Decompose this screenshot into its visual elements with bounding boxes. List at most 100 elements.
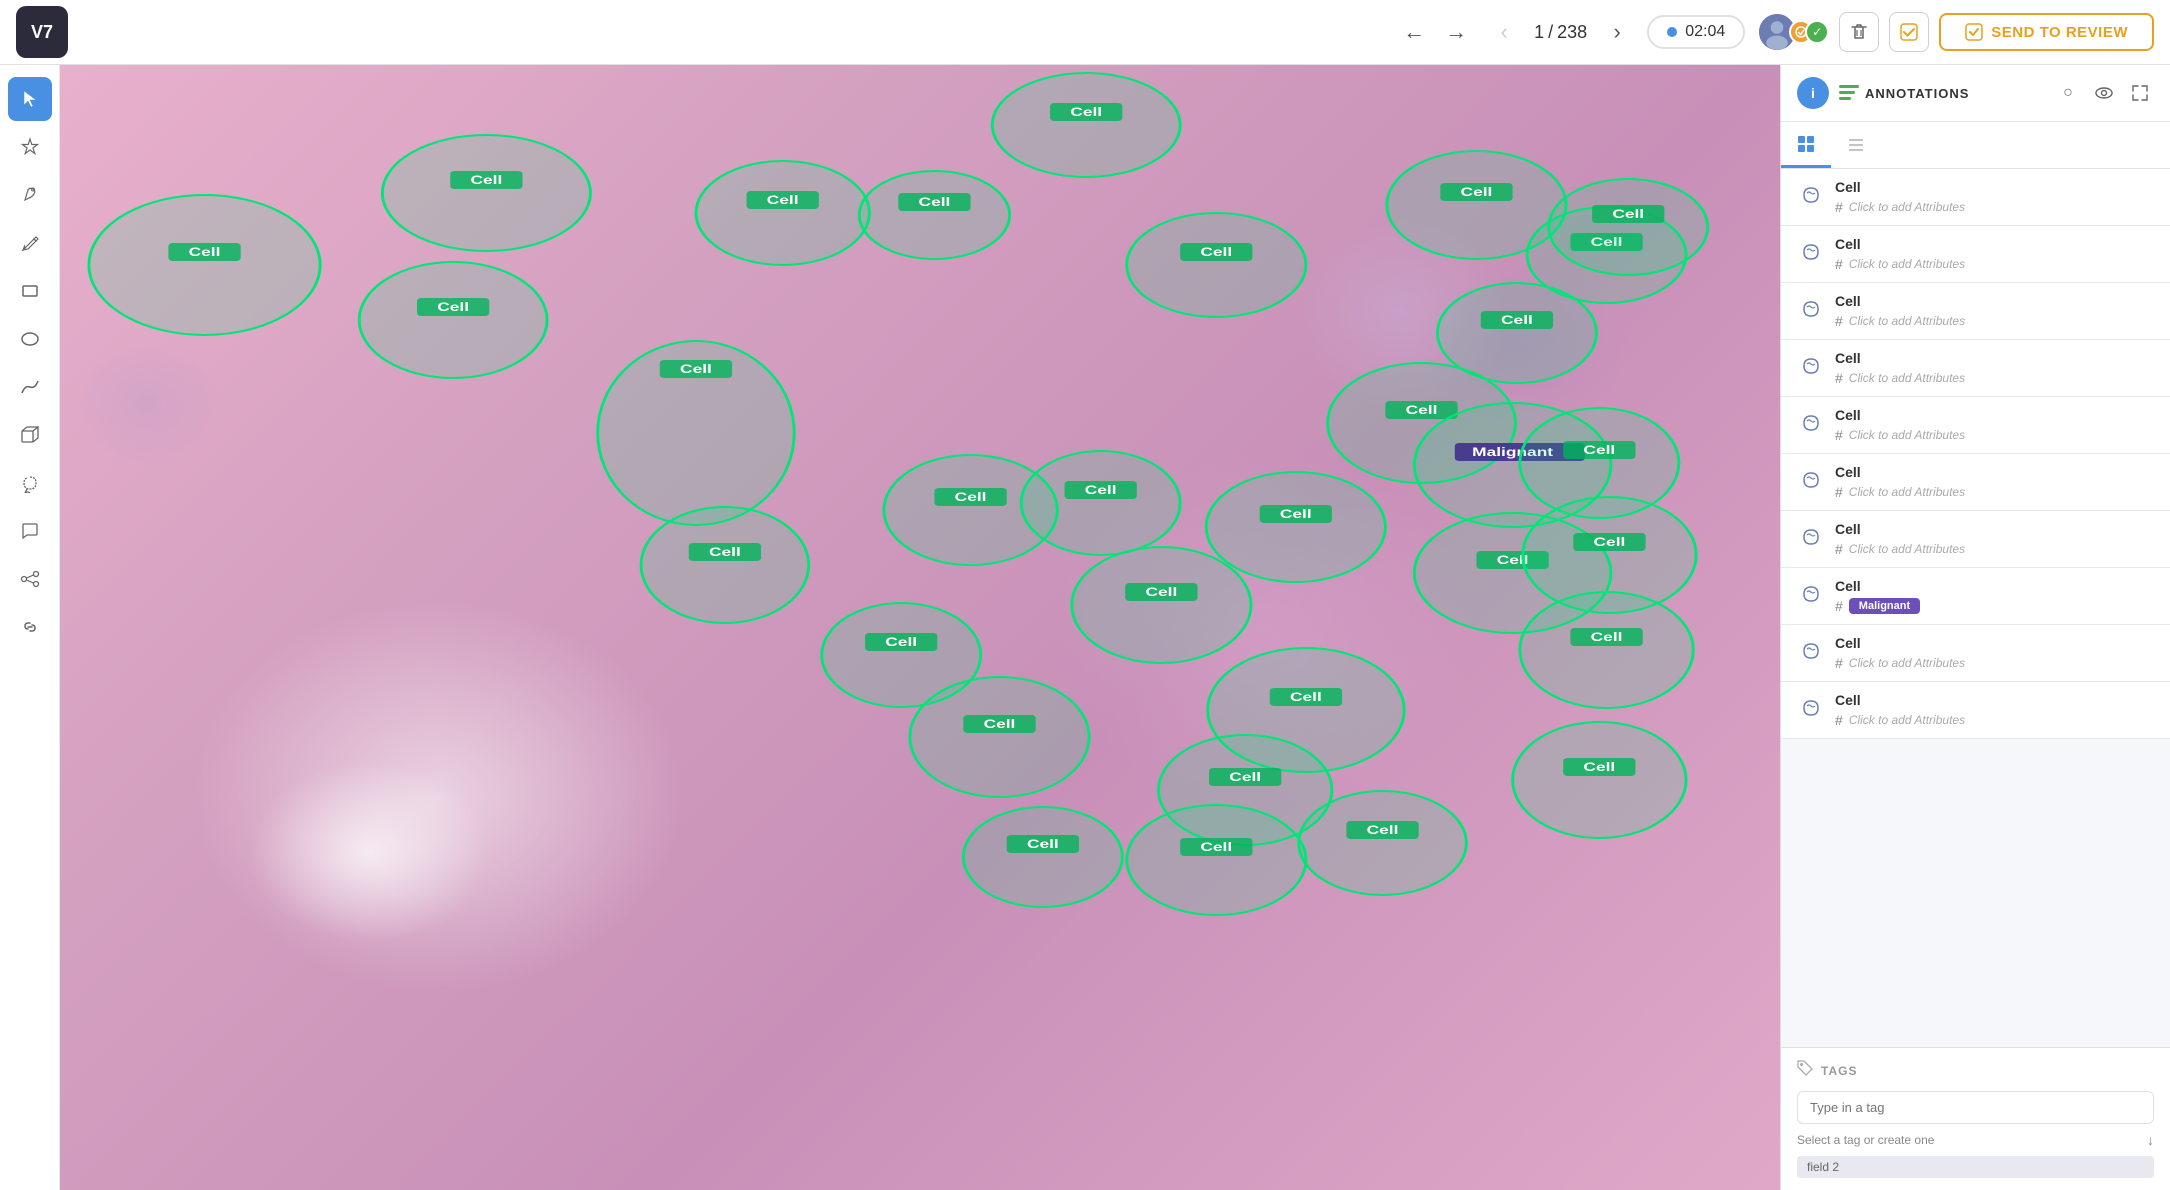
annotation-title-10: Cell xyxy=(1835,692,2154,708)
select-tag-row: Select a tag or create one ↓ xyxy=(1797,1132,2154,1148)
ellipse-tool-button[interactable] xyxy=(8,317,52,361)
annotation-attr-text-1[interactable]: Click to add Attributes xyxy=(1849,200,1965,214)
annotation-row-7[interactable]: Cell #Click to add Attributes xyxy=(1781,511,2170,568)
annotation-title-6: Cell xyxy=(1835,464,2154,480)
next-image-button[interactable]: › xyxy=(1599,14,1635,50)
annotations-circle-button[interactable]: ○ xyxy=(2054,79,2082,107)
select-tool-button[interactable] xyxy=(8,77,52,121)
annotation-type-icon-3 xyxy=(1797,295,1825,323)
annotation-attr-text-3[interactable]: Click to add Attributes xyxy=(1849,314,1965,328)
pen-tool-button[interactable] xyxy=(8,173,52,217)
select-tag-arrow: ↓ xyxy=(2147,1132,2154,1148)
field-badge: field 2 xyxy=(1797,1156,2154,1178)
annotation-content-6: Cell # Click to add Attributes xyxy=(1835,464,2154,500)
annotation-row-8[interactable]: Cell # Malignant xyxy=(1781,568,2170,625)
annotation-title-8: Cell xyxy=(1835,578,2154,594)
annotation-title-9: Cell xyxy=(1835,635,2154,651)
annotation-attr-text-5[interactable]: Click to add Attributes xyxy=(1849,428,1965,442)
annotation-row-2[interactable]: Cell # Click to add Attributes xyxy=(1781,226,2170,283)
prev-image-button[interactable]: ‹ xyxy=(1486,14,1522,50)
hash-icon-2: # xyxy=(1835,256,1843,272)
link-tool-button[interactable] xyxy=(8,605,52,649)
redo-button[interactable]: → xyxy=(1438,14,1474,50)
annotation-row-10[interactable]: Cell # Click to add Attributes xyxy=(1781,682,2170,739)
annotation-title-4: Cell xyxy=(1835,350,2154,366)
annotation-attr-text-2[interactable]: Click to add Attributes xyxy=(1849,257,1965,271)
avatar-group: ✓ xyxy=(1757,12,1829,52)
microscopy-background xyxy=(60,65,1780,1190)
annotations-expand-button[interactable] xyxy=(2126,79,2154,107)
tab-list[interactable] xyxy=(1831,122,1881,168)
undo-redo-controls: ← → xyxy=(1396,14,1474,50)
annotation-title-3: Cell xyxy=(1835,293,2154,309)
annotation-attr-text-9[interactable]: Click to add Attributes xyxy=(1849,656,1965,670)
canvas-area[interactable]: Cell Cell Cell Cell Cell xyxy=(60,65,1780,1190)
annotation-type-icon-10 xyxy=(1797,694,1825,722)
annotation-row-3[interactable]: Cell # Click to add Attributes xyxy=(1781,283,2170,340)
annotation-content-3: Cell # Click to add Attributes xyxy=(1835,293,2154,329)
main-toolbar: V7 ← → ‹ 1 / 238 › 02:04 xyxy=(0,0,2170,65)
annotation-row-5[interactable]: Cell #Click to add Attributes xyxy=(1781,397,2170,454)
connect-tool-button[interactable] xyxy=(8,557,52,601)
comment-tool-button[interactable] xyxy=(8,509,52,553)
tags-icon xyxy=(1797,1060,1813,1081)
tags-title: TAGS xyxy=(1821,1064,1857,1078)
hash-icon-8: # xyxy=(1835,598,1843,614)
annotation-content-9: Cell # Click to add Attributes xyxy=(1835,635,2154,671)
main-content: Cell Cell Cell Cell Cell xyxy=(0,65,2170,1190)
layers-icon xyxy=(1839,85,1859,101)
right-panel: i ANNOTATIONS ○ xyxy=(1780,65,2170,1190)
select-tag-hint: Select a tag or create one xyxy=(1797,1133,1934,1147)
hash-icon-3: # xyxy=(1835,313,1843,329)
panel-header: i ANNOTATIONS ○ xyxy=(1781,65,2170,122)
send-to-review-button[interactable]: SEND TO REVIEW xyxy=(1939,13,2154,51)
hash-icon-9: # xyxy=(1835,655,1843,671)
annotation-title-1: Cell xyxy=(1835,179,2154,195)
annotation-row-6[interactable]: Cell # Click to add Attributes xyxy=(1781,454,2170,511)
hash-icon-10: # xyxy=(1835,712,1843,728)
tag-input[interactable] xyxy=(1797,1091,2154,1124)
annotation-attr-text-7[interactable]: Click to add Attributes xyxy=(1849,542,1965,556)
panel-info-icon[interactable]: i xyxy=(1797,77,1829,109)
annotation-attr-text-4[interactable]: Click to add Attributes xyxy=(1849,371,1965,385)
annotation-type-icon-9 xyxy=(1797,637,1825,665)
annotations-list: Cell # Click to add Attributes Cell # Clic… xyxy=(1781,169,2170,1047)
annotation-content-7: Cell #Click to add Attributes xyxy=(1835,521,2154,557)
hash-icon-5: # xyxy=(1835,427,1843,443)
lasso-tool-button[interactable] xyxy=(8,461,52,505)
annotations-visibility-button[interactable] xyxy=(2090,79,2118,107)
annotation-title-2: Cell xyxy=(1835,236,2154,252)
annotation-attr-text-10[interactable]: Click to add Attributes xyxy=(1849,713,1965,727)
annotation-content-5: Cell #Click to add Attributes xyxy=(1835,407,2154,443)
tab-grid-active[interactable] xyxy=(1781,122,1831,168)
pencil-tool-button[interactable] xyxy=(8,221,52,265)
annotation-content-8: Cell # Malignant xyxy=(1835,578,2154,614)
spline-tool-button[interactable] xyxy=(8,365,52,409)
annotation-type-icon-2 xyxy=(1797,238,1825,266)
annotation-row-4[interactable]: Cell # Click to add Attributes xyxy=(1781,340,2170,397)
hash-icon-6: # xyxy=(1835,484,1843,500)
timer-badge: 02:04 xyxy=(1647,15,1745,49)
annotation-type-icon-6 xyxy=(1797,466,1825,494)
panel-title: ANNOTATIONS xyxy=(1865,86,2044,101)
left-sidebar xyxy=(0,65,60,1190)
trash-button[interactable] xyxy=(1839,12,1879,52)
annotation-row-1[interactable]: Cell #Click to add Attributes xyxy=(1781,169,2170,226)
annotation-tag-8[interactable]: Malignant xyxy=(1849,598,1920,614)
rect-tool-button[interactable] xyxy=(8,269,52,313)
timer-value: 02:04 xyxy=(1685,23,1725,41)
hash-icon-4: # xyxy=(1835,370,1843,386)
annotation-attr-text-6[interactable]: Click to add Attributes xyxy=(1849,485,1965,499)
annotation-content-2: Cell # Click to add Attributes xyxy=(1835,236,2154,272)
toolbar-right-controls: ✓ SEND TO REVIEW xyxy=(1757,12,2154,52)
auto-annotate-tool-button[interactable] xyxy=(8,125,52,169)
annotation-type-icon-1 xyxy=(1797,181,1825,209)
cuboid-tool-button[interactable] xyxy=(8,413,52,457)
annotation-row-9[interactable]: Cell # Click to add Attributes xyxy=(1781,625,2170,682)
tags-header: TAGS xyxy=(1797,1060,2154,1081)
info-icon-label: i xyxy=(1811,85,1815,101)
avatar-check: ✓ xyxy=(1805,20,1829,44)
undo-button[interactable]: ← xyxy=(1396,14,1432,50)
check-complete-button[interactable] xyxy=(1889,12,1929,52)
annotation-type-icon-8 xyxy=(1797,580,1825,608)
